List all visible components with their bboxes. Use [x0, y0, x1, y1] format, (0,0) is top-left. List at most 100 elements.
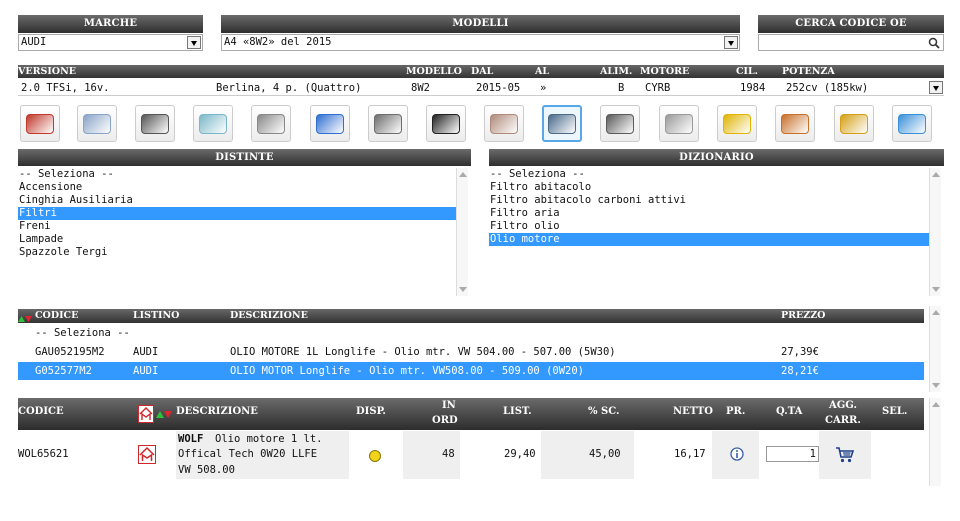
category-button-5[interactable]	[310, 105, 350, 142]
search-icon[interactable]	[928, 37, 940, 49]
list-item[interactable]: -- Seleziona --	[18, 168, 456, 181]
list-item[interactable]: Filtro abitacolo	[489, 181, 929, 194]
body-icon	[199, 113, 227, 134]
category-button-4[interactable]	[251, 105, 291, 142]
list-item[interactable]: Filtro abitacolo carboni attivi	[489, 194, 929, 207]
category-button-6[interactable]	[368, 105, 408, 142]
scroll-up-icon[interactable]	[932, 402, 940, 407]
col-list: LIST.	[503, 406, 532, 417]
category-button-3[interactable]	[193, 105, 233, 142]
chevron-down-icon[interactable]	[187, 36, 201, 49]
marche-header: MARCHE	[18, 15, 203, 33]
col-sc: % SC.	[588, 406, 620, 417]
table-row[interactable]: GAU052195M2 AUDI OLIO MOTORE 1L Longlife -…	[18, 343, 924, 361]
codici-placeholder-row[interactable]: -- Seleziona --	[18, 324, 924, 342]
ignition-icon	[840, 113, 868, 134]
scroll-up-icon[interactable]	[932, 310, 940, 315]
cell-prezzo: 27,39€	[781, 346, 819, 358]
row-sc: 45,00	[589, 448, 621, 460]
col-descrizione: DESCRIZIONE	[176, 406, 258, 417]
category-button-12[interactable]	[717, 105, 757, 142]
codici-scrollbar[interactable]	[929, 306, 941, 392]
category-button-11[interactable]	[659, 105, 699, 142]
cell-listino: AUDI	[133, 365, 159, 377]
versione-select[interactable]: 2.0 TFSi, 16v. Berlina, 4 p. (Quattro) 8…	[18, 81, 944, 96]
dizionario-list[interactable]: -- Seleziona -- Filtro abitacolo Filtro ab…	[489, 168, 929, 296]
steering-icon	[781, 113, 809, 134]
belt-icon	[432, 113, 460, 134]
cerca-codice-header: CERCA CODICE OE	[758, 15, 944, 33]
risultati-header: CODICE DESCRIZIONE DISP. IN ORD LIST. % …	[18, 398, 924, 430]
distinte-scrollbar[interactable]	[456, 168, 468, 296]
cell-codice: G052577M2	[35, 365, 92, 377]
list-item[interactable]: Spazzole Tergi	[18, 246, 456, 259]
category-button-7[interactable]	[426, 105, 466, 142]
col-dal: DAL	[471, 66, 494, 77]
al-value: »	[540, 82, 547, 94]
brand-logo-icon	[138, 405, 154, 423]
list-item[interactable]: Accensione	[18, 181, 456, 194]
scroll-up-icon[interactable]	[932, 172, 940, 177]
list-item[interactable]: Cinghia Ausiliaria	[18, 194, 456, 207]
cart-icon[interactable]	[835, 447, 855, 463]
versione-value: 2.0 TFSi, 16v.	[21, 82, 110, 94]
air-conditioning-icon	[898, 113, 926, 134]
category-button-8[interactable]	[484, 105, 524, 142]
marche-select-value: AUDI	[21, 36, 47, 48]
col-descrizione: DESCRIZIONE	[230, 310, 308, 321]
brand-logo-icon	[138, 445, 156, 464]
list-item[interactable]: Olio motore	[489, 233, 929, 246]
list-item[interactable]: -- Seleziona --	[489, 168, 929, 181]
list-item[interactable]: Filtro olio	[489, 220, 929, 233]
risultati-scrollbar[interactable]	[929, 398, 941, 486]
modelli-select[interactable]: A4 «8W2» del 2015	[221, 34, 740, 51]
engine-block-icon	[606, 113, 634, 134]
category-button-0[interactable]	[20, 105, 60, 142]
exhaust-icon	[665, 113, 693, 134]
versione-header-bar: VERSIONE MODELLO DAL AL ALIM. MOTORE CIL…	[18, 65, 944, 78]
dal-value: 2015-05	[476, 82, 521, 94]
chevron-down-icon[interactable]	[724, 36, 738, 49]
marche-select[interactable]: AUDI	[18, 34, 203, 51]
col-agg-1: AGG.	[829, 400, 857, 411]
row-netto: 16,17	[674, 448, 706, 460]
info-icon[interactable]	[730, 447, 744, 461]
dizionario-scrollbar[interactable]	[929, 168, 941, 296]
category-button-15[interactable]	[892, 105, 932, 142]
sort-arrows-icon[interactable]	[18, 313, 32, 322]
chevron-down-icon[interactable]	[929, 81, 943, 94]
category-button-10[interactable]	[600, 105, 640, 142]
filter-box-icon	[316, 113, 344, 134]
col-in-ord-1: IN	[442, 400, 456, 411]
modelli-select-value: A4 «8W2» del 2015	[224, 36, 332, 48]
col-netto: NETTO	[673, 406, 713, 417]
scroll-up-icon[interactable]	[459, 172, 467, 177]
row-codice: WOL65621	[18, 448, 69, 460]
row-list: 29,40	[504, 448, 536, 460]
list-item[interactable]: Lampade	[18, 233, 456, 246]
category-button-2[interactable]	[135, 105, 175, 142]
wrench-icon	[548, 113, 576, 134]
quantity-input[interactable]: 1	[766, 446, 819, 462]
distinte-header: DISTINTE	[18, 149, 471, 166]
category-button-9[interactable]	[542, 105, 582, 142]
list-item[interactable]: Freni	[18, 220, 456, 233]
category-button-1[interactable]	[77, 105, 117, 142]
table-row[interactable]: G052577M2 AUDI OLIO MOTOR Longlife - Olio …	[18, 362, 924, 380]
category-button-13[interactable]	[775, 105, 815, 142]
list-item[interactable]: Filtro aria	[489, 207, 929, 220]
cell-codice: GAU052195M2	[35, 346, 105, 358]
col-prezzo: PREZZO	[781, 310, 826, 321]
dashboard-icon	[26, 113, 54, 134]
cerca-codice-input[interactable]	[758, 34, 944, 51]
category-button-14[interactable]	[834, 105, 874, 142]
placeholder-label: -- Seleziona --	[35, 327, 130, 339]
distinte-list[interactable]: -- Seleziona -- Accensione Cinghia Ausilia…	[18, 168, 456, 296]
sort-arrows-icon[interactable]	[156, 410, 172, 418]
motore-value: CYRB	[645, 82, 671, 94]
scroll-down-icon[interactable]	[932, 383, 940, 388]
scroll-down-icon[interactable]	[459, 287, 467, 292]
col-alim: ALIM.	[600, 66, 633, 77]
list-item[interactable]: Filtri	[18, 207, 456, 220]
scroll-down-icon[interactable]	[932, 287, 940, 292]
